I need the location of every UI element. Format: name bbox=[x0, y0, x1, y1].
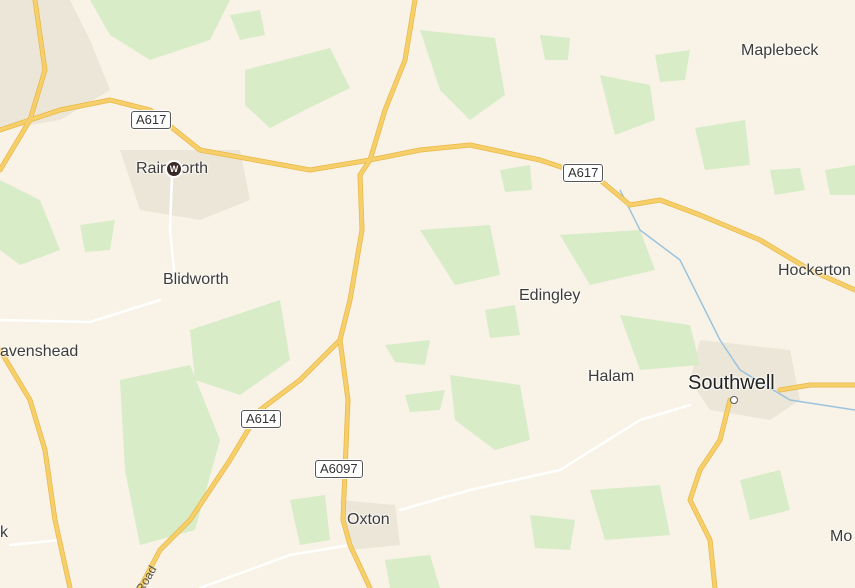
map-base-layer bbox=[0, 0, 855, 588]
marker-glyph: W bbox=[169, 164, 179, 174]
place-label-edingley[interactable]: Edingley bbox=[519, 287, 580, 305]
woodland-areas bbox=[0, 0, 855, 588]
map-view[interactable]: Maplebeck Rainworth Blidworth Edingley H… bbox=[0, 0, 855, 588]
place-label-southwell[interactable]: Southwell bbox=[688, 372, 775, 395]
major-roads bbox=[0, 0, 855, 588]
place-label-partial-right[interactable]: Mo bbox=[830, 528, 852, 546]
place-label-maplebeck[interactable]: Maplebeck bbox=[741, 42, 818, 60]
road-shield-a617-west[interactable]: A617 bbox=[131, 111, 172, 129]
road-shield-a617-east[interactable]: A617 bbox=[563, 164, 604, 182]
place-label-oxton[interactable]: Oxton bbox=[347, 511, 390, 529]
place-label-partial-left[interactable]: k bbox=[0, 524, 8, 542]
road-shield-a6097[interactable]: A6097 bbox=[315, 460, 363, 478]
road-shield-a614[interactable]: A614 bbox=[241, 410, 282, 428]
place-label-hockerton[interactable]: Hockerton bbox=[778, 262, 851, 280]
place-label-ravenshead[interactable]: avenshead bbox=[0, 343, 78, 361]
urban-areas bbox=[0, 0, 800, 550]
location-marker-icon[interactable]: W bbox=[165, 160, 183, 178]
place-label-blidworth[interactable]: Blidworth bbox=[163, 271, 229, 289]
town-dot-icon bbox=[730, 396, 738, 404]
place-label-halam[interactable]: Halam bbox=[588, 368, 634, 386]
